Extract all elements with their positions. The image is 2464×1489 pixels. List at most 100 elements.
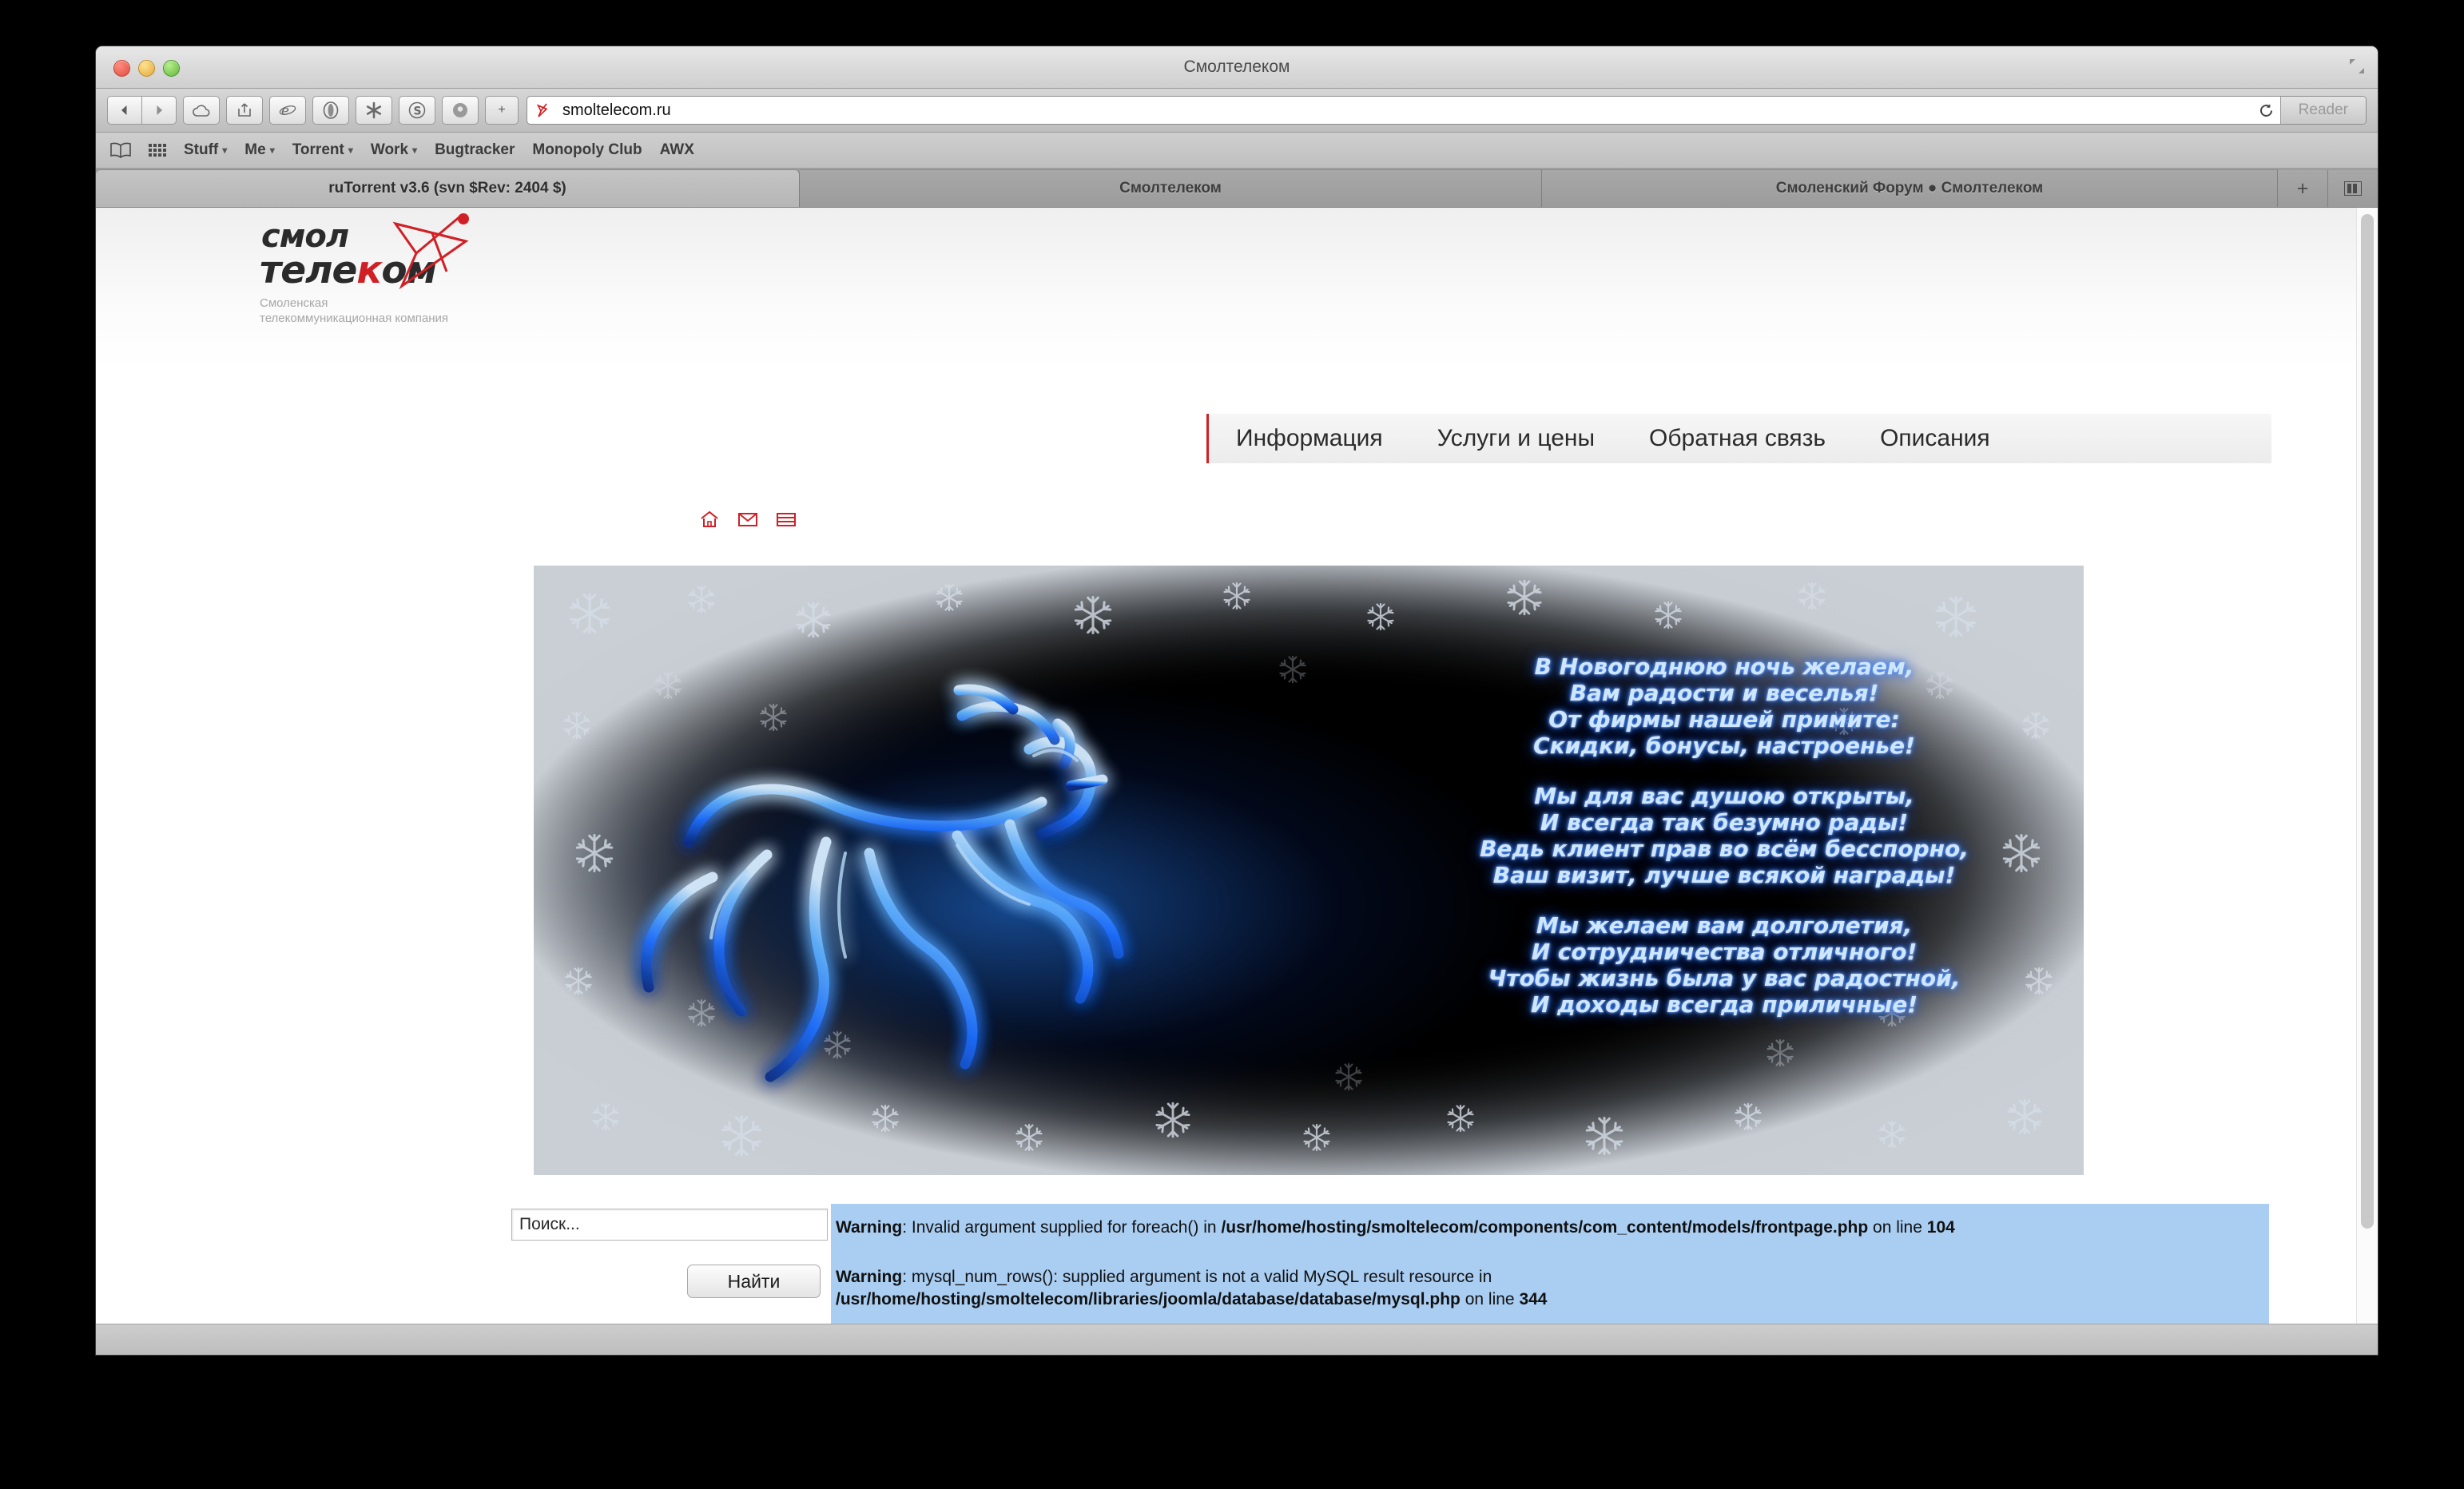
top-sites-grid-icon[interactable]	[149, 142, 166, 158]
web-page: смол телеком Смоленская телекоммуникацио…	[96, 208, 2362, 1324]
site-favicon-icon	[536, 103, 548, 117]
fullscreen-icon[interactable]	[2349, 58, 2365, 74]
warning-message: : mysql_num_rows(): supplied argument is…	[902, 1268, 1492, 1286]
tab-smoltelecom[interactable]: Смолтелеком	[800, 169, 1542, 207]
nav-item-uslugi-i-ceny[interactable]: Услуги и цены	[1410, 425, 1622, 452]
poem-line: Скидки, бонусы, настроенье!	[1533, 733, 1915, 759]
skype-icon[interactable]: S	[399, 96, 435, 125]
nav-buttons-group	[107, 96, 177, 125]
poem-line: В Новогоднюю ночь желаем,	[1534, 653, 1914, 680]
bookmark-awx[interactable]: AWX	[660, 141, 694, 159]
bookmark-label: Torrent	[292, 141, 344, 158]
new-year-banner: В Новогоднюю ночь желаем, Вам радости и …	[534, 566, 2084, 1175]
warning-prefix: Warning	[836, 1268, 903, 1286]
bookmark-label: Stuff	[184, 141, 219, 158]
safari-browser-window: Смолтелеком e S + smoltelecom.ru Reader …	[96, 46, 2378, 1355]
page-viewport: смол телеком Смоленская телекоммуникацио…	[96, 208, 2378, 1324]
warning-line-number: 344	[1519, 1290, 1548, 1308]
search-input[interactable]: Поиск...	[511, 1209, 828, 1241]
forward-button[interactable]	[141, 96, 177, 125]
poem-stanza-2: Мы для вас душою открыты, И всегда так б…	[1405, 783, 2044, 888]
vertical-scrollbar[interactable]	[2356, 208, 2378, 1324]
poem-line: Мы для вас душою открыты,	[1534, 783, 1914, 809]
nav-item-opisaniya[interactable]: Описания	[1853, 425, 2017, 452]
mail-icon[interactable]	[737, 510, 758, 529]
bookmarks-book-icon[interactable]	[110, 142, 131, 158]
tagline-line1: Смоленская	[260, 296, 328, 310]
poem-stanza-1: В Новогоднюю ночь желаем, Вам радости и …	[1405, 653, 2044, 759]
add-tab-button[interactable]: +	[485, 96, 519, 125]
warning-line-label: on line	[1460, 1290, 1520, 1308]
chevron-down-icon: ▾	[412, 145, 418, 156]
poem-line: И сотрудничества отличного!	[1531, 939, 1918, 965]
main-navigation: Информация Услуги и цены Обратная связь …	[1206, 414, 2271, 463]
window-bottom-bar	[96, 1324, 2378, 1355]
ie-icon[interactable]: e	[269, 96, 306, 125]
chevron-down-icon: ▾	[348, 145, 353, 156]
site-tagline: Смоленская телекоммуникационная компания	[260, 296, 595, 326]
svg-text:e: e	[281, 103, 289, 119]
poem-line: Мы желаем вам долголетия,	[1536, 912, 1913, 939]
logo-wordmark: смол телеком	[260, 213, 469, 292]
home-icon[interactable]	[699, 510, 720, 529]
php-warning-1: Warning: Invalid argument supplied for f…	[831, 1217, 1960, 1239]
poem-line: Ведь клиент прав во всём бесспорно,	[1480, 836, 1969, 862]
blue-flame-horse-illustration	[641, 684, 1124, 1082]
bookmarks-bar: Stuff ▾ Me ▾ Torrent ▾ Work ▾ Bugtracker…	[96, 133, 2378, 169]
scrollbar-thumb[interactable]	[2361, 214, 2374, 1229]
poem-line: Ваш визит, лучше всякой награды!	[1492, 862, 1956, 888]
nav-item-informaciya[interactable]: Информация	[1209, 425, 1410, 452]
header-quick-icons	[699, 510, 797, 529]
desktop-background: Смолтелеком e S + smoltelecom.ru Reader …	[0, 0, 2464, 1489]
address-bar[interactable]: smoltelecom.ru Reader	[527, 96, 2367, 125]
bookmark-stuff[interactable]: Stuff ▾	[184, 141, 227, 159]
poem-stanza-3: Мы желаем вам долголетия, И сотрудничест…	[1405, 912, 2044, 1018]
share-icon[interactable]	[226, 96, 263, 125]
warning-path: /usr/home/hosting/smoltelecom/libraries/…	[836, 1290, 1461, 1308]
banner-poem: В Новогоднюю ночь желаем, Вам радости и …	[1405, 653, 2044, 1042]
reader-button[interactable]: Reader	[2279, 97, 2366, 124]
browser-toolbar: e S + smoltelecom.ru Reader	[96, 89, 2378, 133]
back-button[interactable]	[107, 96, 141, 125]
bookmark-label: Me	[244, 141, 266, 158]
opera-icon[interactable]	[312, 96, 349, 125]
bookmark-label: Work	[370, 141, 409, 158]
chevron-down-icon: ▾	[222, 145, 228, 156]
url-text: smoltelecom.ru	[562, 101, 671, 119]
reload-icon[interactable]	[2253, 103, 2280, 118]
asterisk-icon[interactable]	[356, 96, 392, 125]
window-titlebar: Смолтелеком	[96, 46, 2378, 89]
site-header: смол телеком Смоленская телекоммуникацио…	[96, 208, 2362, 463]
warning-path: /usr/home/hosting/smoltelecom/components…	[1221, 1218, 1869, 1237]
warning-prefix: Warning	[836, 1218, 903, 1237]
poem-line: Вам радости и веселья!	[1569, 680, 1879, 706]
tab-smolensk-forum[interactable]: Смоленский Форум ● Смолтелеком	[1542, 169, 2278, 207]
site-logo[interactable]: смол телеком Смоленская телекоммуникацио…	[260, 213, 595, 326]
bookmark-torrent[interactable]: Torrent ▾	[292, 141, 353, 159]
search-submit-button[interactable]: Найти	[687, 1265, 821, 1298]
sitemap-icon[interactable]	[776, 510, 797, 529]
svg-text:S: S	[414, 105, 422, 118]
bookmark-monopoly-club[interactable]: Monopoly Club	[532, 141, 642, 159]
poem-line: И всегда так безумно рады!	[1540, 809, 1909, 836]
warning-line-label: on line	[1868, 1218, 1927, 1237]
window-title: Смолтелеком	[1183, 58, 1290, 76]
poem-line: И доходы всегда приличные!	[1531, 991, 1918, 1018]
icloud-icon[interactable]	[183, 96, 220, 125]
show-all-tabs-icon[interactable]	[2328, 170, 2378, 207]
new-tab-button[interactable]: +	[2278, 170, 2328, 207]
warning-line-number: 104	[1926, 1218, 1955, 1237]
bookmark-work[interactable]: Work ▾	[371, 141, 417, 159]
chevron-down-icon: ▾	[269, 145, 275, 156]
satellite-dish-icon	[392, 213, 469, 289]
nav-item-obratnaya-svyaz[interactable]: Обратная связь	[1622, 425, 1853, 452]
tab-rutorrent[interactable]: ruTorrent v3.6 (svn $Rev: 2404 $)	[96, 169, 800, 207]
disc-icon[interactable]	[442, 96, 479, 125]
poem-line: Чтобы жизнь была у вас радостной,	[1488, 965, 1961, 991]
warning-highlight-2	[831, 1322, 2269, 1324]
warning-message: : Invalid argument supplied for foreach(…	[902, 1218, 1222, 1237]
tagline-line2: телекоммуникационная компания	[260, 312, 449, 325]
bookmark-me[interactable]: Me ▾	[244, 141, 274, 159]
tab-bar: ruTorrent v3.6 (svn $Rev: 2404 $) Смолте…	[96, 169, 2378, 208]
bookmark-bugtracker[interactable]: Bugtracker	[435, 141, 515, 159]
